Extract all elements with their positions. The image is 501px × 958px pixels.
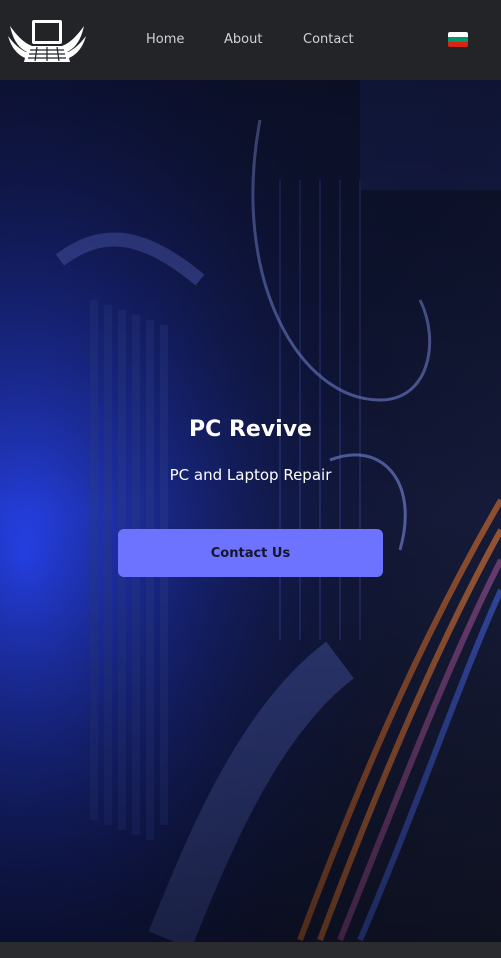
hero-section: PC Revive PC and Laptop Repair Contact U… — [0, 80, 501, 942]
winged-laptop-icon[interactable] — [8, 14, 86, 66]
nav-link-home[interactable]: Home — [146, 31, 184, 49]
footer-strip — [0, 942, 501, 958]
bulgarian-flag-icon[interactable] — [448, 32, 468, 47]
nav-link-contact[interactable]: Contact — [303, 31, 354, 49]
nav-link-about[interactable]: About — [224, 31, 262, 49]
hero-title: PC Revive — [189, 417, 312, 442]
flag-stripe-red — [448, 42, 468, 47]
hero-subtitle: PC and Laptop Repair — [169, 466, 332, 484]
hero-background-image — [0, 80, 501, 942]
navbar: Home About Contact — [0, 0, 501, 80]
contact-us-button[interactable]: Contact Us — [118, 529, 383, 577]
